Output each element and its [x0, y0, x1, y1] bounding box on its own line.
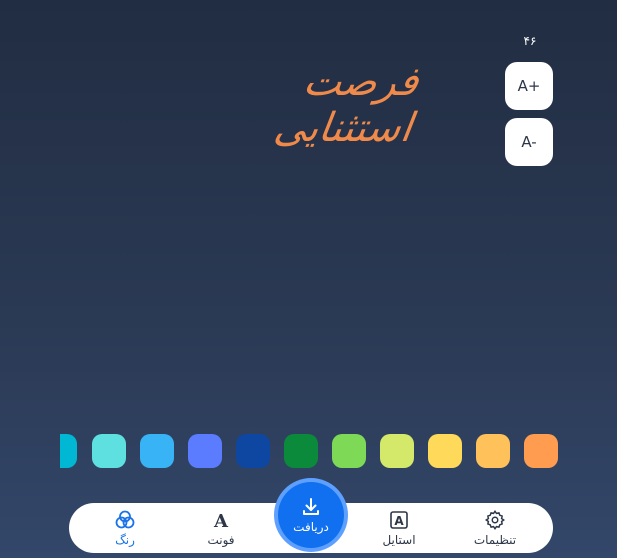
nav-color-label: رنگ — [115, 533, 135, 547]
color-swatch[interactable] — [188, 434, 222, 468]
svg-text:A: A — [394, 514, 404, 528]
nav-settings[interactable]: تنظیمات — [455, 507, 535, 549]
color-swatch[interactable] — [380, 434, 414, 468]
color-swatch[interactable] — [428, 434, 462, 468]
nav-style[interactable]: A استایل — [359, 507, 439, 549]
font-icon: A — [210, 509, 232, 531]
nav-color[interactable]: رنگ — [85, 507, 165, 549]
nav-font[interactable]: A فونت — [181, 507, 261, 549]
gear-icon — [484, 509, 506, 531]
color-circles-icon — [114, 509, 136, 531]
color-swatch[interactable] — [140, 434, 174, 468]
color-swatch[interactable] — [476, 434, 510, 468]
color-swatch[interactable] — [60, 434, 77, 468]
download-label: دریافت — [293, 520, 329, 534]
nav-style-label: استایل — [382, 533, 416, 547]
color-swatch[interactable] — [284, 434, 318, 468]
nav-font-label: فونت — [207, 533, 235, 547]
font-size-value: ۴۶ — [523, 34, 537, 48]
style-icon: A — [388, 509, 410, 531]
nav-settings-label: تنظیمات — [473, 533, 517, 547]
increase-font-button[interactable]: A+ — [505, 62, 553, 110]
download-button[interactable]: دریافت — [278, 482, 344, 548]
color-swatch[interactable] — [236, 434, 270, 468]
decrease-font-button[interactable]: A- — [505, 118, 553, 166]
preview-text: فرصت استثنایی — [271, 59, 422, 151]
svg-text:A: A — [213, 511, 229, 531]
color-swatch[interactable] — [92, 434, 126, 468]
download-icon — [300, 496, 322, 518]
color-swatch[interactable] — [332, 434, 366, 468]
color-palette — [0, 434, 617, 468]
color-swatch[interactable] — [524, 434, 558, 468]
